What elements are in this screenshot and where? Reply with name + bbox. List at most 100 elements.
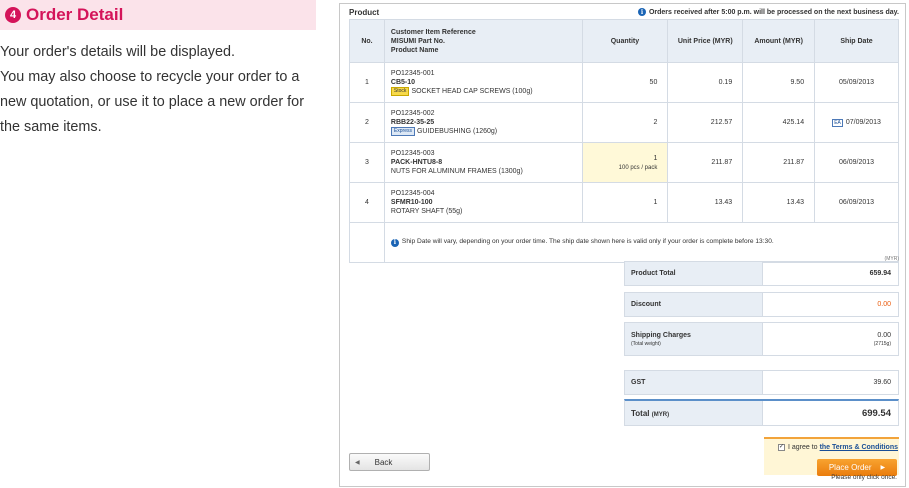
express-badge: Express [390, 127, 415, 136]
row-unit-price: 0.19 [667, 62, 744, 103]
product-total-value: 659.94 [869, 270, 891, 277]
agree-text: I agree to [788, 444, 818, 451]
row-amount: 13.43 [742, 182, 816, 223]
total-weight-value: (2715g) [873, 340, 891, 347]
part-number: RBB22-35-25 [390, 119, 435, 126]
shipping-value-cell: 0.00 (2715g) [763, 323, 898, 355]
table-row: 2 PO12345-002 RBB22-35-25 Express GUIDEBU… [349, 102, 899, 143]
discount-value: 0.00 [877, 301, 891, 308]
row-ship-date: 06/09/2013 [814, 182, 899, 223]
row-ship-date: 06/09/2013 [814, 142, 899, 183]
ship-note-text: Ship Date will vary, depending on your o… [401, 238, 774, 246]
header-unit-price: Unit Price (MYR) [667, 19, 744, 63]
shipping-row: Shipping Charges (Total weight) 0.00 (27… [624, 322, 899, 356]
row-reference: PO12345-003 PACK-HNTU8-8 NUTS FOR ALUMIN… [383, 142, 583, 183]
part-number: CB5-10 [390, 79, 416, 86]
product-label: Product [349, 8, 380, 17]
info-icon: i [390, 238, 399, 247]
pack-size: 100 pcs / pack [618, 164, 658, 171]
ship-date-text: 07/09/2013 [845, 118, 881, 126]
row-amount: 9.50 [742, 62, 816, 103]
section-description: Your order's details will be displayed. … [0, 44, 304, 135]
part-number: PACK-HNTU8-8 [390, 159, 443, 166]
express-ship-icon: EA [832, 118, 843, 127]
table-row: 4 PO12345-004 SFMR10-100 ROTARY SHAFT (5… [349, 182, 899, 223]
row-quantity: 1 [581, 182, 669, 223]
terms-checkbox[interactable]: ✓ [778, 444, 785, 451]
discount-label: Discount [625, 293, 763, 316]
part-number: SFMR10-100 [390, 199, 433, 206]
header-ship-date: Ship Date [814, 19, 899, 63]
product-name: ROTARY SHAFT (55g) [390, 208, 463, 215]
row-reference: PO12345-004 SFMR10-100 ROTARY SHAFT (55g… [383, 182, 583, 223]
row-quantity: 50 [581, 62, 669, 103]
back-button-label: Back [374, 457, 393, 467]
back-button[interactable]: ◀ Back [349, 453, 430, 471]
row-no: 3 [349, 142, 385, 183]
click-once-note: Please only click once. [831, 474, 897, 481]
row-reference: PO12345-001 CB5-10 Stock SOCKET HEAD CAP … [383, 62, 583, 103]
place-order-label: Place Order [828, 463, 872, 472]
row-amount: 425.14 [742, 102, 816, 143]
product-name: GUIDEBUSHING (1260g) [416, 128, 498, 135]
grand-total-currency: (MYR) [651, 411, 670, 418]
header-no: No. [349, 19, 385, 63]
processing-notice-text: Orders received after 5:00 p.m. will be … [648, 8, 899, 16]
header-ref-line2: MISUMI Part No. [390, 37, 445, 45]
customer-ref: PO12345-002 [390, 110, 435, 117]
ship-note-row: i Ship Date will vary, depending on your … [349, 222, 900, 263]
row-no: 4 [349, 182, 385, 223]
stock-badge: Stock [390, 87, 410, 96]
row-no: 1 [349, 62, 385, 103]
row-ship-date: 05/09/2013 [814, 62, 899, 103]
customer-ref: PO12345-001 [390, 70, 435, 77]
order-items-table: No. Customer Item Reference MISUMI Part … [349, 19, 900, 263]
shipping-value: 0.00 [877, 331, 891, 339]
ship-note: i Ship Date will vary, depending on your … [383, 222, 900, 263]
gst-value: 39.60 [873, 379, 891, 386]
header-quantity: Quantity [581, 19, 669, 63]
shipping-label-cell: Shipping Charges (Total weight) [625, 323, 763, 355]
order-detail-panel: Product i Orders received after 5:00 p.m… [339, 3, 906, 487]
grand-total-label: Total [631, 408, 650, 418]
discount-row: Discount 0.00 [624, 292, 899, 317]
row-unit-price: 13.43 [667, 182, 744, 223]
instructions-panel: 4 Order Detail Your order's details will… [0, 0, 316, 140]
row-ship-date: EA 07/09/2013 [814, 102, 899, 143]
header-reference: Customer Item Reference MISUMI Part No. … [383, 19, 583, 63]
table-row: 1 PO12345-001 CB5-10 Stock SOCKET HEAD CA… [349, 62, 899, 103]
header-ref-line3: Product Name [390, 46, 439, 54]
quantity-value: 1 [653, 154, 658, 162]
header-amount: Amount (MYR) [742, 19, 816, 63]
row-no: 2 [349, 102, 385, 143]
back-arrow-icon: ◀ [355, 459, 360, 466]
processing-notice: i Orders received after 5:00 p.m. will b… [637, 8, 899, 16]
play-arrow-icon: ▶ [880, 465, 886, 471]
grand-total-value: 699.54 [861, 407, 891, 419]
row-reference: PO12345-002 RBB22-35-25 Express GUIDEBUSH… [383, 102, 583, 143]
terms-link[interactable]: the Terms & Conditions [820, 444, 898, 451]
customer-ref: PO12345-003 [390, 150, 435, 157]
row-unit-price: 212.57 [667, 102, 744, 143]
gst-row: GST 39.60 [624, 370, 899, 395]
table-header-row: No. Customer Item Reference MISUMI Part … [349, 19, 899, 63]
product-total-row: Product Total 659.94 [624, 261, 899, 286]
row-amount: 211.87 [742, 142, 816, 183]
shipping-label: Shipping Charges [631, 331, 691, 339]
grand-total-row: Total (MYR) 699.54 [624, 399, 899, 426]
customer-ref: PO12345-004 [390, 190, 435, 197]
product-total-label: Product Total [625, 262, 763, 285]
total-weight-label: (Total weight) [631, 340, 661, 347]
info-icon: i [637, 8, 646, 16]
table-row: 3 PO12345-003 PACK-HNTU8-8 NUTS FOR ALUM… [349, 142, 899, 183]
header-ref-line1: Customer Item Reference [390, 28, 476, 36]
product-name: NUTS FOR ALUMINUM FRAMES (1300g) [390, 168, 523, 175]
gst-label: GST [625, 371, 763, 394]
section-header: 4 Order Detail [0, 0, 316, 30]
product-name: SOCKET HEAD CAP SCREWS (100g) [411, 88, 533, 95]
grand-total-label-cell: Total (MYR) [625, 401, 763, 425]
row-unit-price: 211.87 [667, 142, 744, 183]
step-number-badge: 4 [5, 7, 21, 23]
row-quantity: 2 [581, 102, 669, 143]
agreement-box: ✓ I agree to the Terms & Conditions Plac… [764, 437, 899, 476]
